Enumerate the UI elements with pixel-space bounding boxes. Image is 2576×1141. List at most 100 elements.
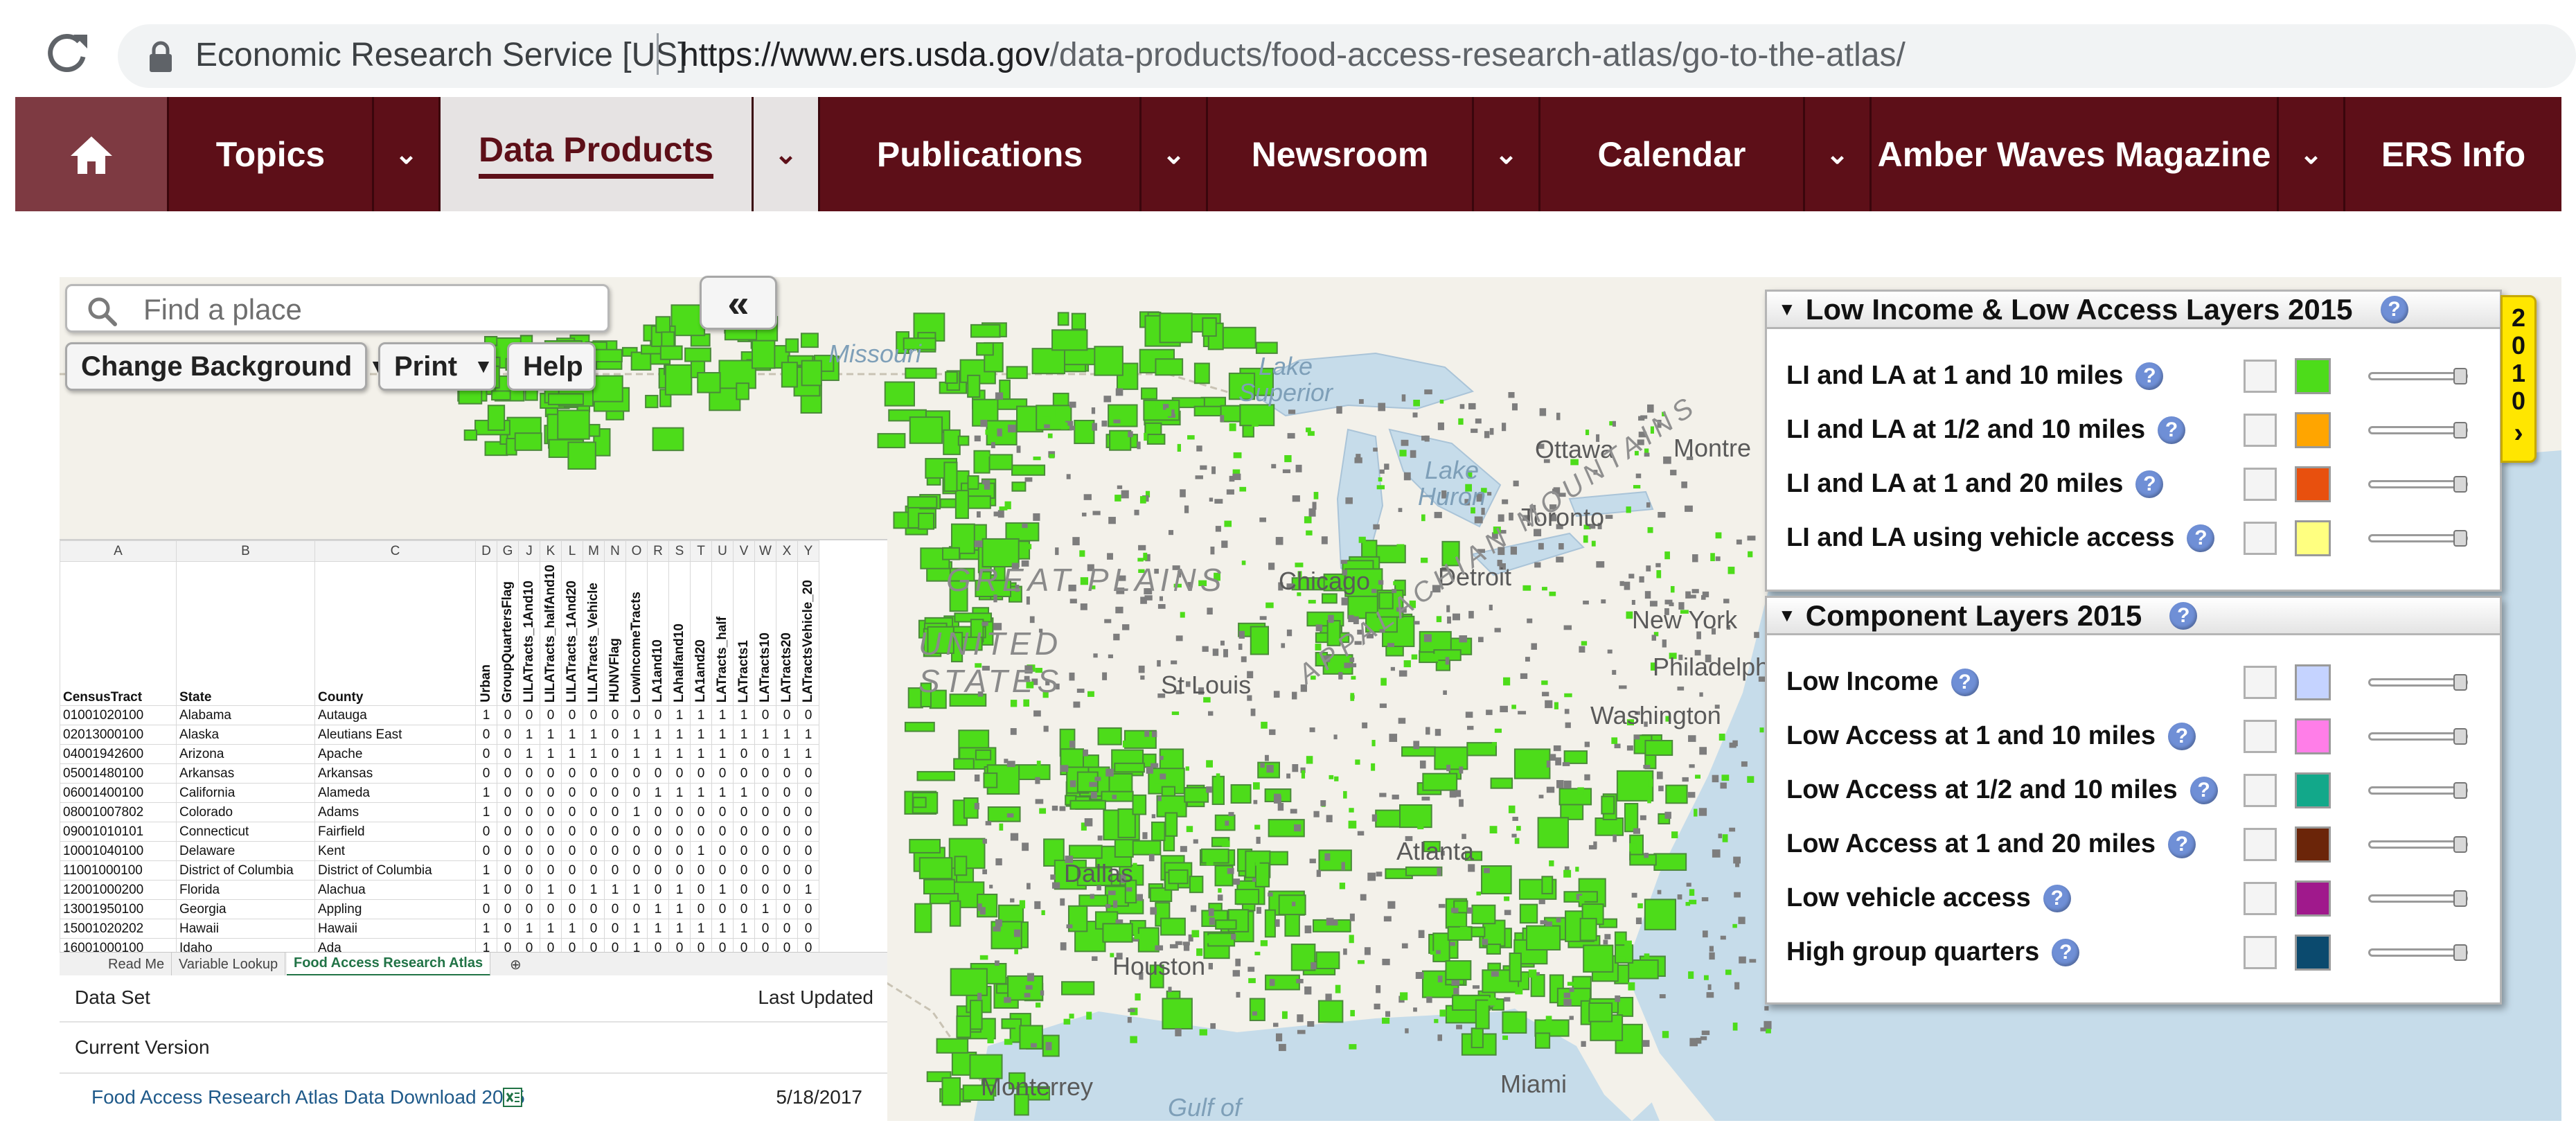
- census-tract[interactable]: [1321, 536, 1328, 545]
- census-tract[interactable]: [1612, 421, 1616, 427]
- site-identity[interactable]: Economic Research Service [US]: [195, 36, 687, 74]
- census-tract[interactable]: [1108, 890, 1116, 896]
- census-tract[interactable]: [1333, 734, 1338, 740]
- census-tract[interactable]: [1685, 901, 1691, 906]
- census-tract[interactable]: [1732, 923, 1737, 928]
- census-tract[interactable]: [1583, 944, 1614, 973]
- census-tract[interactable]: [1121, 490, 1129, 499]
- census-tract[interactable]: [988, 454, 1013, 470]
- census-tract[interactable]: [1466, 742, 1498, 757]
- census-tract[interactable]: [1502, 1011, 1527, 1034]
- census-tract[interactable]: [1443, 690, 1447, 695]
- census-tract[interactable]: [1069, 844, 1103, 859]
- census-tract[interactable]: [1736, 539, 1742, 545]
- census-tract[interactable]: [1647, 795, 1651, 804]
- census-tract[interactable]: [1206, 760, 1213, 768]
- census-tract[interactable]: [1415, 972, 1424, 979]
- census-tract[interactable]: [976, 511, 981, 518]
- census-tract[interactable]: [1254, 824, 1261, 830]
- census-tract[interactable]: [630, 351, 652, 371]
- census-tract[interactable]: [1387, 901, 1396, 909]
- census-tract[interactable]: [1339, 883, 1346, 890]
- census-tract[interactable]: [1379, 703, 1387, 708]
- census-tract[interactable]: [1296, 979, 1304, 984]
- census-tract[interactable]: [1180, 612, 1185, 618]
- census-tract[interactable]: [1509, 952, 1522, 982]
- census-tract[interactable]: [1229, 423, 1236, 432]
- census-tract[interactable]: [1710, 553, 1715, 562]
- census-tract[interactable]: [967, 374, 981, 398]
- census-tract[interactable]: [909, 838, 941, 853]
- census-tract[interactable]: [1072, 537, 1080, 546]
- slider-handle[interactable]: [2453, 530, 2467, 547]
- census-tract[interactable]: [1494, 628, 1501, 633]
- census-tract[interactable]: [1151, 814, 1156, 819]
- census-tract[interactable]: [1644, 953, 1650, 959]
- census-tract[interactable]: [1537, 817, 1569, 849]
- census-tract[interactable]: [1216, 773, 1220, 781]
- census-tract[interactable]: [1512, 816, 1518, 821]
- census-tract[interactable]: [1644, 899, 1676, 930]
- census-tract[interactable]: [1437, 867, 1441, 876]
- census-tract[interactable]: [1564, 693, 1572, 698]
- census-tract[interactable]: [995, 858, 1002, 866]
- census-tract[interactable]: [1010, 833, 1019, 841]
- census-tract[interactable]: [1315, 624, 1323, 632]
- census-tract[interactable]: [945, 371, 958, 384]
- census-tract[interactable]: [1011, 464, 1046, 476]
- census-tract[interactable]: [1555, 757, 1562, 766]
- census-tract[interactable]: [1297, 1029, 1306, 1034]
- census-tract[interactable]: [1390, 666, 1395, 671]
- census-tract[interactable]: [557, 409, 590, 440]
- census-tract[interactable]: [936, 1038, 969, 1054]
- census-tract[interactable]: [1358, 399, 1364, 404]
- census-tract[interactable]: [1286, 773, 1290, 779]
- census-tract[interactable]: [1292, 901, 1296, 907]
- census-tract[interactable]: [1629, 853, 1657, 866]
- census-tract[interactable]: [1539, 408, 1547, 416]
- publications-dropdown-toggle[interactable]: ⌄: [1142, 97, 1208, 211]
- census-tract[interactable]: [1013, 929, 1020, 937]
- census-tract[interactable]: [877, 433, 906, 449]
- topics-dropdown-toggle[interactable]: ⌄: [374, 97, 441, 211]
- census-tract[interactable]: [1069, 780, 1076, 788]
- census-tract[interactable]: [1162, 998, 1193, 1029]
- census-tract[interactable]: [1027, 973, 1034, 982]
- census-tract[interactable]: [912, 797, 927, 808]
- census-tract[interactable]: [1689, 889, 1695, 896]
- census-tract[interactable]: [1254, 951, 1261, 955]
- census-tract[interactable]: [1232, 970, 1241, 977]
- census-tract[interactable]: [1199, 1029, 1207, 1036]
- census-tract[interactable]: [1101, 790, 1134, 802]
- census-tract[interactable]: [1434, 746, 1468, 770]
- census-tract[interactable]: [1739, 956, 1746, 964]
- census-tract[interactable]: [1703, 975, 1709, 980]
- census-tract[interactable]: [942, 547, 961, 560]
- census-tract[interactable]: [1288, 409, 1296, 414]
- census-tract[interactable]: [1403, 660, 1411, 668]
- census-tract[interactable]: [1685, 505, 1693, 512]
- census-tract[interactable]: [1764, 1006, 1769, 1011]
- census-tract[interactable]: [1060, 422, 1068, 430]
- census-tract[interactable]: [1720, 782, 1727, 789]
- census-tract[interactable]: [990, 968, 995, 973]
- census-tract[interactable]: [1413, 741, 1420, 750]
- census-tract[interactable]: [1508, 391, 1515, 398]
- census-tract[interactable]: [1613, 834, 1617, 842]
- census-tract[interactable]: [1564, 866, 1570, 871]
- census-tract[interactable]: [1113, 633, 1120, 641]
- census-tract[interactable]: [1389, 734, 1398, 742]
- census-tract[interactable]: [1701, 1030, 1710, 1036]
- census-tract[interactable]: [1472, 985, 1480, 989]
- census-tract[interactable]: [980, 419, 988, 427]
- census-tract[interactable]: [1132, 863, 1137, 872]
- help-icon[interactable]: ?: [2189, 776, 2218, 804]
- census-tract[interactable]: [1228, 812, 1234, 817]
- census-tract[interactable]: [1619, 685, 1627, 689]
- census-tract[interactable]: [1458, 418, 1464, 425]
- census-tract[interactable]: [904, 721, 935, 732]
- census-tract[interactable]: [1335, 984, 1341, 993]
- census-tract[interactable]: [1094, 777, 1101, 781]
- census-tract[interactable]: [1184, 787, 1209, 803]
- census-tract[interactable]: [1080, 603, 1087, 610]
